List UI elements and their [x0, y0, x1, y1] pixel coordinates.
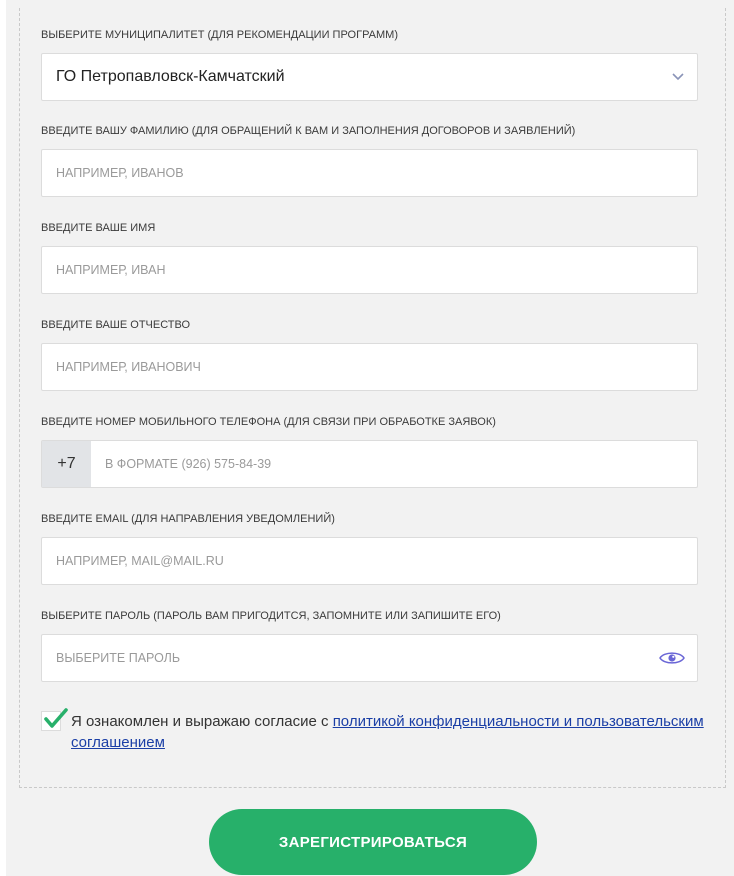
page-background: Выберите муниципалитет (для рекомендации… [6, 0, 734, 876]
surname-label: Введите вашу фамилию (для обращений к ва… [41, 125, 576, 137]
municipality-label: Выберите муниципалитет (для рекомендации… [41, 29, 398, 41]
first-name-input[interactable] [42, 247, 697, 293]
surname-field: Введите вашу фамилию (для обращений к ва… [41, 124, 698, 197]
chevron-down-icon[interactable] [671, 71, 685, 81]
email-field: Введите email (для направления уведомлен… [41, 512, 698, 585]
patronymic-input[interactable] [42, 344, 697, 390]
patronymic-field: Введите ваше отчество [41, 318, 698, 391]
password-input-box [41, 634, 698, 682]
register-button[interactable]: ЗАРЕГИСТРИРОВАТЬСЯ [209, 809, 537, 875]
municipality-field: Выберите муниципалитет (для рекомендации… [41, 28, 698, 101]
email-input-box [41, 537, 698, 585]
eye-icon[interactable] [659, 650, 685, 666]
password-input[interactable] [42, 635, 697, 681]
first-name-field: Введите ваше имя [41, 221, 698, 294]
phone-input-box: +7 [41, 440, 698, 488]
phone-country-prefix: +7 [42, 441, 91, 487]
first-name-label: Введите ваше имя [41, 222, 156, 234]
consent-statement: Я ознакомлен и выражаю согласие с [71, 713, 333, 730]
checkmark-icon [44, 708, 68, 728]
password-field: Выберите пароль (пароль вам пригодится, … [41, 609, 698, 682]
email-input[interactable] [42, 538, 697, 584]
consent-text: Я ознакомлен и выражаю согласие с полити… [71, 711, 711, 753]
surname-input-box [41, 149, 698, 197]
patronymic-input-box [41, 343, 698, 391]
municipality-selected-value: ГО Петропавловск-Камчатский [56, 68, 285, 85]
patronymic-label: Введите ваше отчество [41, 319, 191, 331]
phone-label: Введите номер мобильного телефона (для с… [41, 416, 496, 428]
surname-input[interactable] [42, 150, 697, 196]
municipality-select[interactable]: ГО Петропавловск-Камчатский [41, 53, 698, 101]
phone-field: Введите номер мобильного телефона (для с… [41, 415, 698, 488]
email-label: Введите email (для направления уведомлен… [41, 513, 335, 525]
phone-input[interactable] [91, 441, 697, 487]
password-label: Выберите пароль (пароль вам пригодится, … [41, 610, 501, 622]
first-name-input-box [41, 246, 698, 294]
